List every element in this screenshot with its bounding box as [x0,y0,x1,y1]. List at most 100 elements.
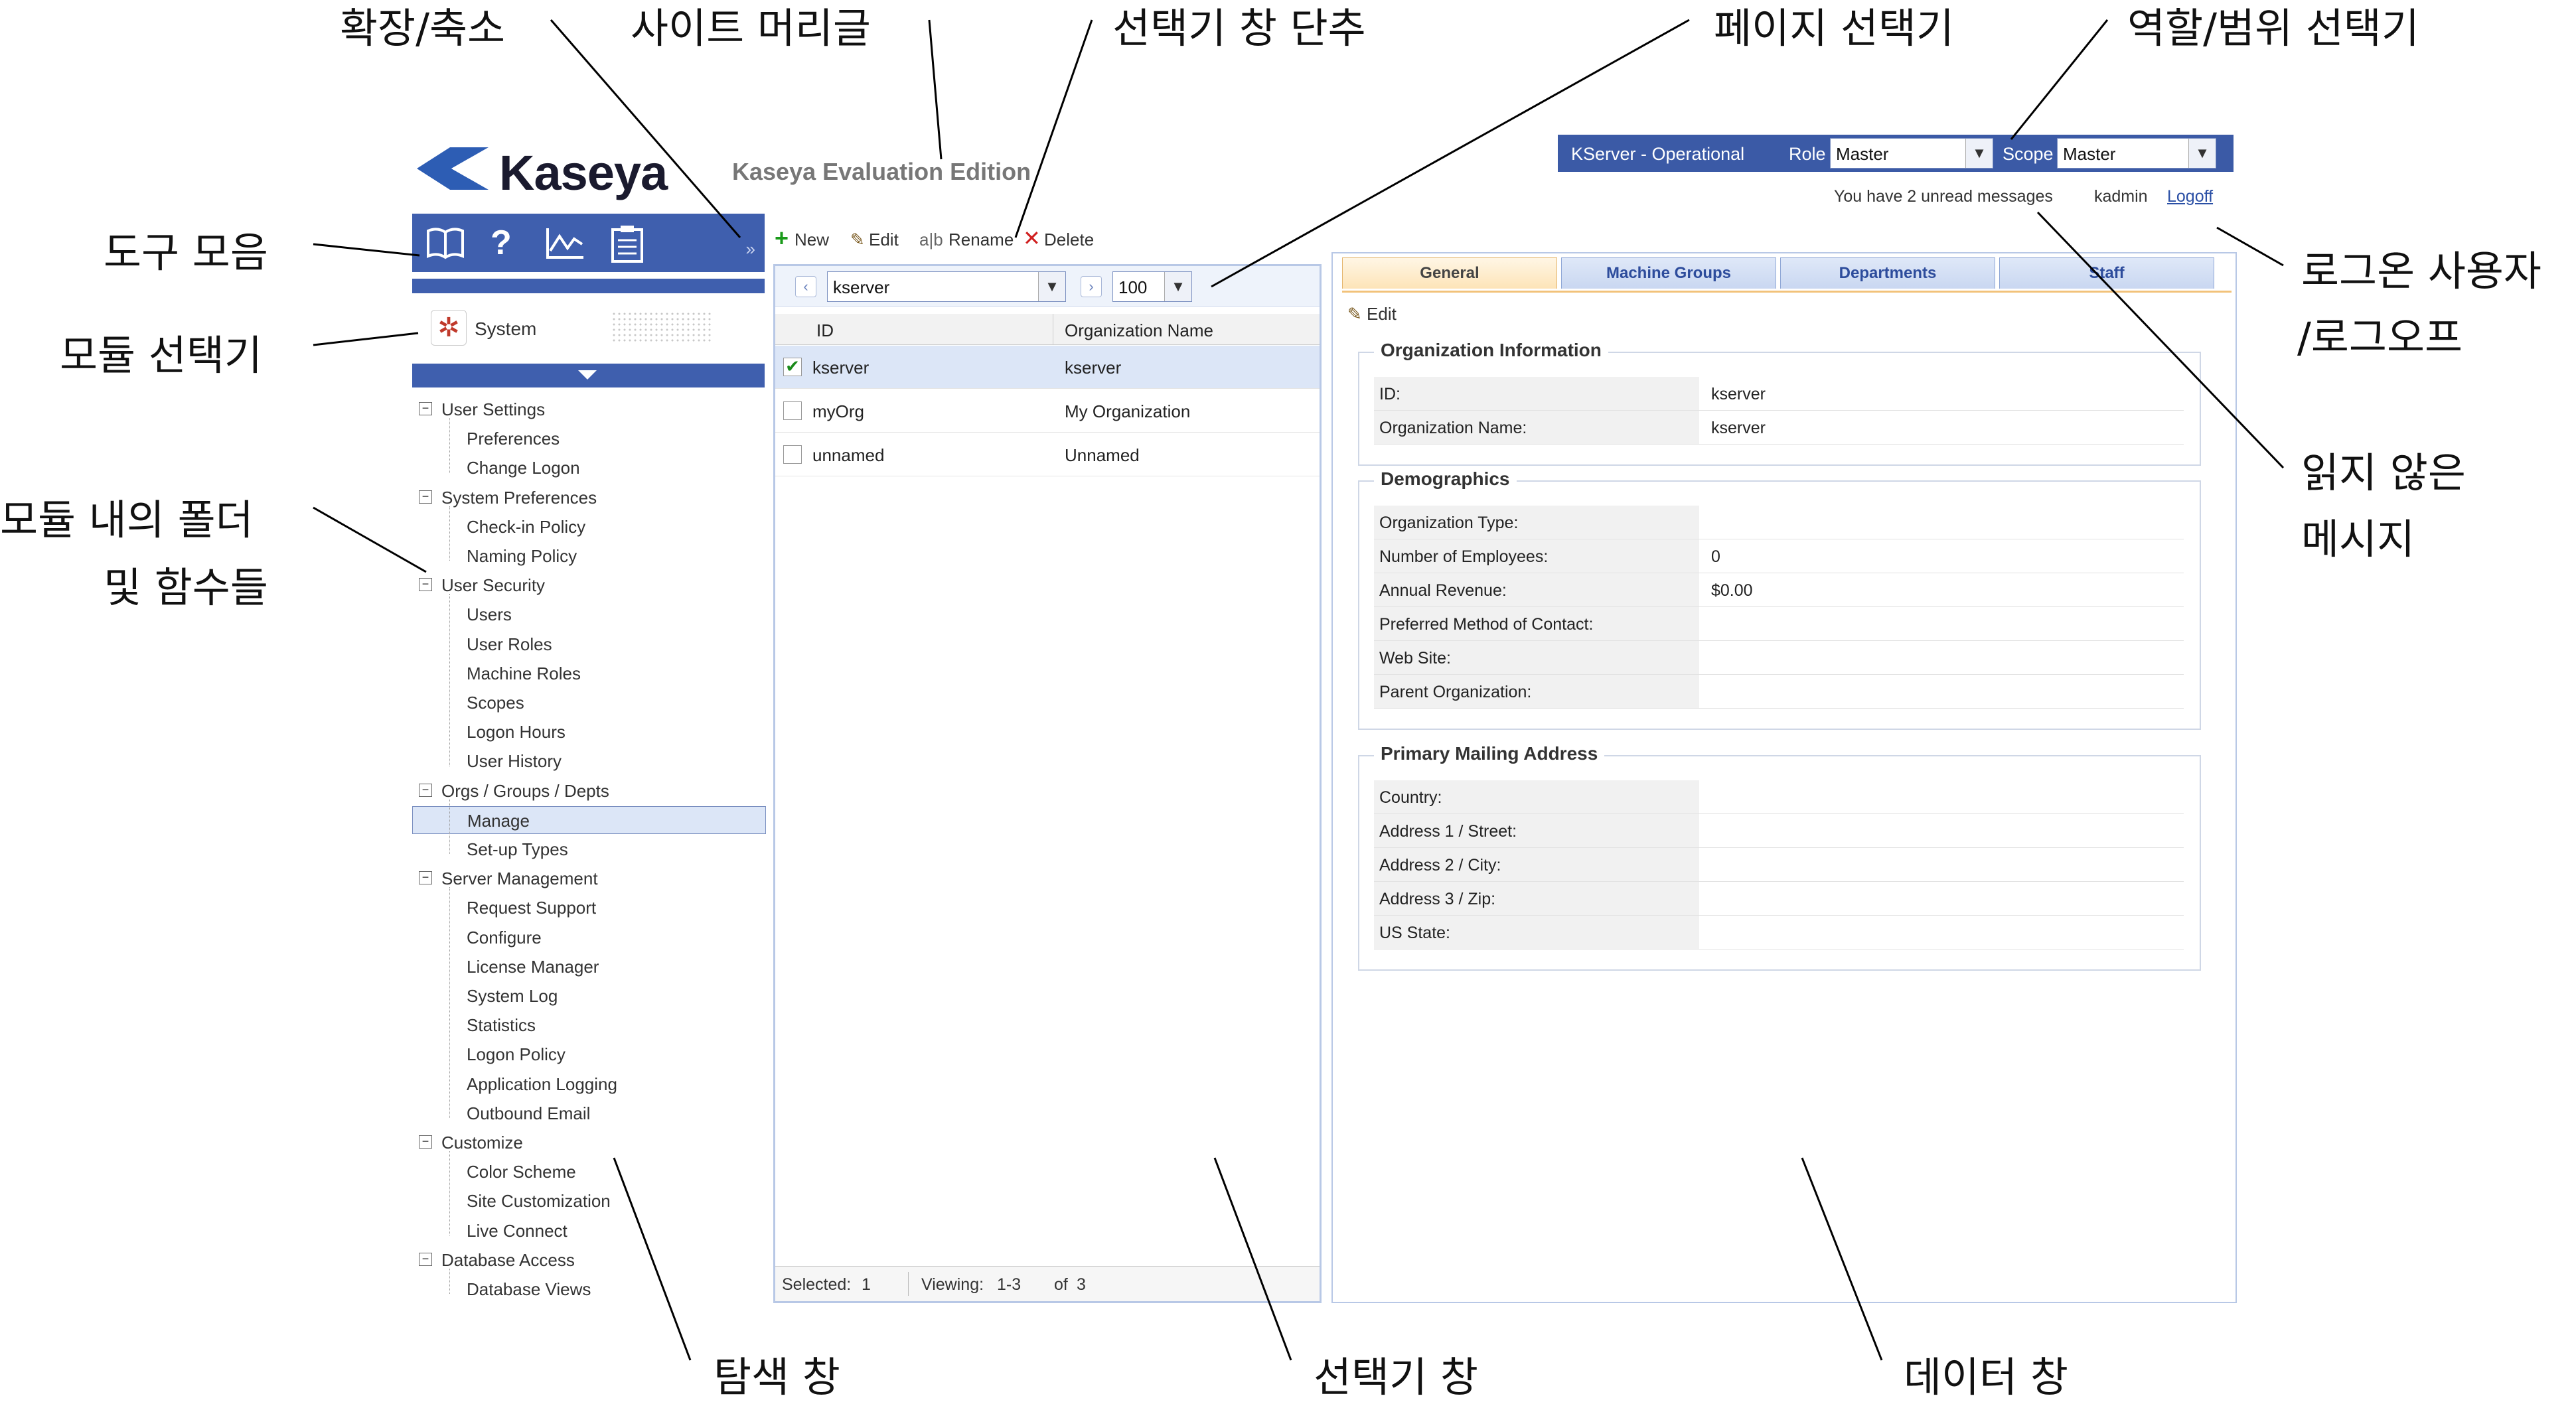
data-edit-button[interactable]: ✎ Edit [1347,304,1397,324]
nav-item-database-views[interactable]: Database Views [412,1275,765,1302]
nav-item-machine-roles[interactable]: Machine Roles [412,660,765,686]
field-label-cell: Annual Revenue: [1374,573,1699,606]
field-row: ID: kserver [1374,377,2184,411]
kaseya-logo-icon [417,147,489,190]
nav-item-system-log[interactable]: System Log [412,982,765,1009]
field-label: ID: [1379,385,1401,403]
logoff-link[interactable]: Logoff [2167,187,2213,206]
nav-folder-customize[interactable]: − Customize [412,1129,765,1155]
callout-folders-1: 모듈 내의 폴더 [0,496,254,544]
nav-folder-system-preferences[interactable]: − System Preferences [412,484,765,510]
nav-item-site-customization[interactable]: Site Customization [412,1187,765,1214]
field-label: Parent Organization: [1379,683,1532,701]
collapse-icon[interactable]: − [419,783,432,797]
callout-site-header: 사이트 머리글 [631,4,871,52]
new-button[interactable]: New [795,230,829,250]
field-label-cell: Parent Organization: [1374,675,1699,708]
nav-folder-user-settings[interactable]: − User Settings [412,395,765,422]
nav-item-preferences[interactable]: Preferences [412,425,765,451]
chart-icon[interactable] [545,224,586,269]
tab-staff[interactable]: Staff [1999,257,2214,289]
table-row[interactable]: ✔ kserver kserver [775,346,1320,389]
field-label: US State: [1379,924,1450,942]
status-bar: KServer - Operational Role Master ▼ Scop… [1558,135,2234,172]
pencil-icon: ✎ [850,230,865,249]
field-label: Address 3 / Zip: [1379,890,1496,908]
collapse-icon[interactable]: − [419,402,432,415]
nav-item-logon-hours[interactable]: Logon Hours [412,718,765,744]
next-page-button[interactable]: › [1081,276,1102,297]
chevron-down-icon: ▼ [2188,139,2216,168]
rename-icon: a|b [919,230,943,249]
module-selector[interactable]: ✲ System [412,302,765,355]
nav-item-set-up-types[interactable]: Set-up Types [412,835,765,862]
book-icon[interactable] [425,224,465,269]
delete-button[interactable]: Delete [1044,230,1094,250]
page-selector: ‹ kserver ▼ › 100 ▼ [775,266,1320,307]
nav-item-application-logging[interactable]: Application Logging [412,1070,765,1097]
nav-item-logon-policy[interactable]: Logon Policy [412,1040,765,1067]
collapse-icon[interactable]: − [419,1252,432,1266]
row-checkbox[interactable] [783,445,802,464]
expand-collapse-button[interactable]: » [746,239,755,259]
column-id[interactable]: ID [816,320,834,341]
tab-general[interactable]: General [1342,257,1557,289]
module-dropdown-bar[interactable] [412,364,765,387]
help-icon[interactable]: ? [491,224,512,261]
nav-item-outbound-email[interactable]: Outbound Email [412,1099,765,1126]
edit-button[interactable]: Edit [869,230,899,250]
chevron-down-icon [578,370,597,380]
tab-departments[interactable]: Departments [1780,257,1995,289]
column-org-name[interactable]: Organization Name [1065,320,1213,341]
nav-item-request-support[interactable]: Request Support [412,894,765,920]
nav-item-check-in-policy[interactable]: Check-in Policy [412,513,765,539]
collapse-icon[interactable]: − [419,490,432,504]
system-module-icon: ✲ [431,310,467,346]
row-checkbox[interactable] [783,401,802,420]
nav-item-users[interactable]: Users [412,600,765,627]
nav-item-user-roles[interactable]: User Roles [412,630,765,657]
nav-folder-database-access[interactable]: − Database Access [412,1246,765,1273]
nav-folder-server-management[interactable]: − Server Management [412,865,765,891]
nav-item-color-scheme[interactable]: Color Scheme [412,1158,765,1184]
nav-item-label: Color Scheme [467,1162,576,1182]
nav-item-live-connect[interactable]: Live Connect [412,1217,765,1243]
cell-org-name: kserver [1065,358,1122,378]
fieldset-organization-information: Organization Information ID: kserver Organi… [1358,340,2201,466]
nav-item-naming-policy[interactable]: Naming Policy [412,542,765,569]
tab-machine-groups[interactable]: Machine Groups [1561,257,1776,289]
nav-item-scopes[interactable]: Scopes [412,689,765,715]
nav-item-statistics[interactable]: Statistics [412,1011,765,1038]
tree-guide-line [449,418,450,473]
nav-item-manage[interactable]: Manage [412,806,766,834]
row-checkbox[interactable]: ✔ [783,358,802,376]
unread-messages-link[interactable]: You have 2 unread messages [1834,187,2053,206]
site-header: Kaseya Evaluation Edition [732,158,1031,185]
collapse-icon[interactable]: − [419,1135,432,1149]
collapse-icon[interactable]: − [419,871,432,885]
nav-item-configure[interactable]: Configure [412,924,765,950]
role-select[interactable]: Master ▼ [1830,138,1993,169]
field-label: Preferred Method of Contact: [1379,615,1594,634]
rename-button[interactable]: Rename [948,230,1014,250]
collapse-icon[interactable]: − [419,578,432,592]
page-size-select[interactable]: 100 ▼ [1112,271,1192,302]
nav-item-user-history[interactable]: User History [412,747,765,774]
nav-item-label: Request Support [467,898,597,918]
nav-folder-user-security[interactable]: − User Security [412,571,765,598]
action-toolbar: + New ✎ Edit a|b Rename ✕ Delete [772,224,1310,252]
nav-item-label: Outbound Email [467,1103,591,1123]
scope-select[interactable]: Master ▼ [2057,138,2216,169]
field-label: Address 2 / City: [1379,856,1501,875]
filter-select[interactable]: kserver ▼ [827,271,1066,302]
nav-item-label: Naming Policy [467,546,577,566]
nav-folder-orgs-groups-depts[interactable]: − Orgs / Groups / Depts [412,777,765,804]
selected-count: 1 [862,1275,871,1294]
prev-page-button[interactable]: ‹ [795,276,816,297]
table-row[interactable]: unnamed Unnamed [775,433,1320,476]
selected-label: Selected: [782,1275,852,1294]
table-row[interactable]: myOrg My Organization [775,389,1320,433]
nav-item-license-manager[interactable]: License Manager [412,953,765,979]
clipboard-icon[interactable] [609,224,646,271]
nav-item-change-logon[interactable]: Change Logon [412,454,765,480]
